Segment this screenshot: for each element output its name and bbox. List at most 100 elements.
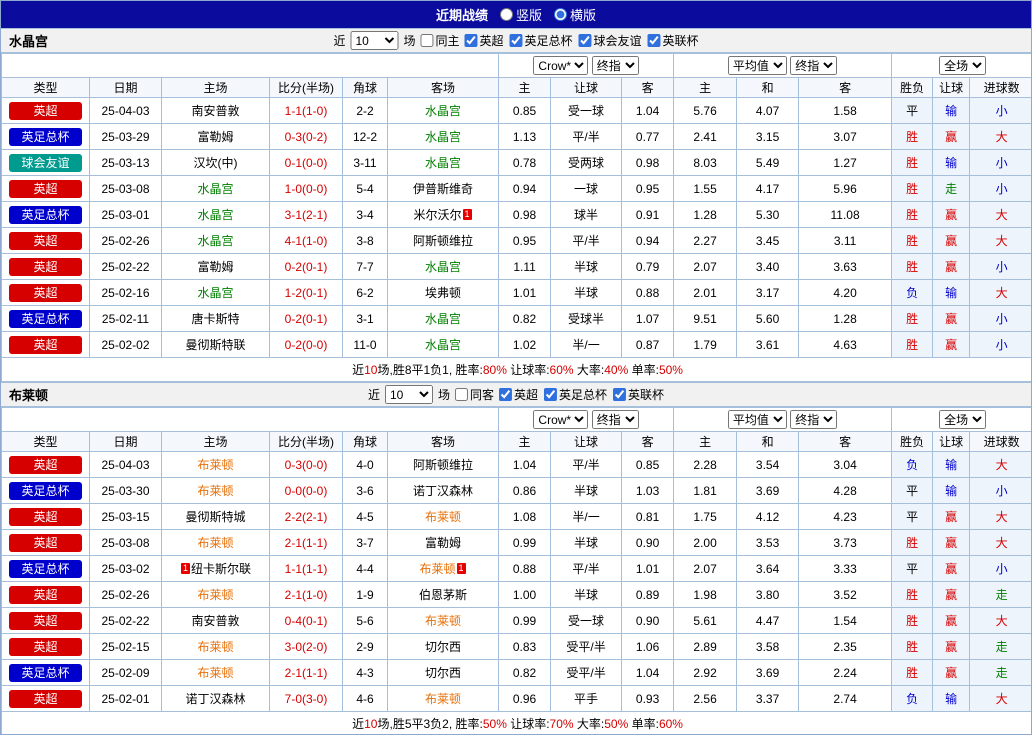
odds-stage-select[interactable]: 终指 (591, 410, 639, 429)
scope-select[interactable]: 全场 (939, 410, 987, 429)
goals-result-cell: 大 (969, 201, 1031, 228)
bookmaker-odds-value: 平/半 (550, 555, 623, 582)
home-team: 布莱顿 (161, 633, 270, 660)
horizontal-layout-radio[interactable] (554, 8, 567, 21)
team-label: 水晶宫 (197, 208, 234, 222)
league-checkbox[interactable] (464, 34, 478, 47)
team-label: 富勒姆 (197, 260, 234, 274)
avg-stage-select[interactable]: 终指 (790, 410, 838, 429)
league-badge: 英超 (9, 507, 82, 526)
corners: 7-7 (342, 253, 388, 280)
recent-count-select[interactable]: 10 (384, 385, 433, 404)
score: 1-0(0-0) (269, 175, 343, 202)
bookmaker-odds-value: 0.90 (621, 607, 675, 634)
team-label: 布莱顿 (425, 614, 462, 628)
average-odds-value: 4.12 (736, 503, 800, 530)
league-cell: 英超 (1, 529, 90, 556)
recent-count-select[interactable]: 10 (350, 31, 399, 50)
league-cell: 英超 (1, 685, 90, 712)
score: 1-1(1-0) (269, 97, 343, 124)
column-header: 进球数 (969, 431, 1031, 452)
league-badge: 英超 (9, 637, 82, 656)
match-row: 英足总杯 25-03-30 布莱顿 0-0(0-0) 3-6 诺丁汉森林 0.86 半球 1.0… (1, 477, 1031, 504)
average-odds-value: 3.40 (736, 253, 800, 280)
column-header: 主 (673, 431, 738, 452)
league-filter[interactable]: 英超 (464, 32, 504, 49)
bookmaker-odds-value: 受平/半 (550, 659, 623, 686)
bookmaker-odds-value: 1.00 (498, 581, 552, 608)
same-venue-checkbox[interactable] (454, 388, 468, 401)
bookmaker-odds-value: 1.01 (498, 279, 552, 306)
column-header: 和 (736, 431, 800, 452)
column-header: 日期 (89, 77, 162, 98)
away-team: 布莱顿 (386, 607, 500, 634)
league-filter[interactable]: 英超 (499, 386, 538, 403)
bookmaker-select[interactable]: Crow* (533, 56, 589, 75)
bookmaker-odds-value: 1.03 (621, 477, 675, 504)
league-filter[interactable]: 英足总杯 (544, 386, 607, 403)
average-odds-group: 平均值 终指 (673, 407, 893, 432)
recent-results-panel: 近期战绩 竖版 横版 水晶宫 近 10 场 同主 英超 英足总杯 球会友谊 英联… (0, 0, 1032, 735)
league-badge: 英足总杯 (9, 663, 82, 682)
league-filter-label: 英超 (514, 388, 539, 402)
same-venue-checkbox[interactable] (420, 34, 434, 47)
league-checkbox[interactable] (509, 34, 523, 47)
avg-stage-select[interactable]: 终指 (790, 56, 838, 75)
average-odds-value: 2.07 (673, 555, 738, 582)
summary-text: 60% (658, 717, 683, 731)
odds-stage-select[interactable]: 终指 (591, 56, 639, 75)
bookmaker-odds-value: 1.13 (498, 123, 552, 150)
average-select[interactable]: 平均值 (727, 410, 787, 429)
bookmaker-odds-value: 1.01 (621, 555, 675, 582)
topbar: 近期战绩 竖版 横版 (1, 1, 1031, 28)
league-filter[interactable]: 英联杯 (647, 32, 699, 49)
league-checkbox[interactable] (578, 34, 592, 47)
league-cell: 英足总杯 (1, 555, 90, 582)
league-filter[interactable]: 球会友谊 (578, 32, 642, 49)
team-label: 富勒姆 (197, 130, 234, 144)
team-label: 纽卡斯尔联 (191, 562, 252, 576)
league-filter[interactable]: 英联杯 (613, 386, 664, 403)
league-checkbox[interactable] (613, 388, 627, 401)
handicap-result-cell: 赢 (932, 331, 971, 358)
scope-select[interactable]: 全场 (939, 56, 987, 75)
league-filter[interactable]: 英足总杯 (509, 32, 573, 49)
average-odds-value: 11.08 (798, 201, 893, 228)
average-odds-value: 2.92 (673, 659, 738, 686)
handicap-result-cell: 赢 (932, 227, 971, 254)
home-team: 水晶宫 (161, 201, 270, 228)
vertical-layout-radio[interactable] (499, 8, 513, 21)
column-header: 和 (736, 77, 800, 98)
bookmaker-odds-value: 受平/半 (550, 633, 623, 660)
corners: 3-6 (342, 477, 388, 504)
average-select[interactable]: 平均值 (727, 56, 787, 75)
match-date: 25-03-29 (89, 123, 162, 150)
league-checkbox[interactable] (647, 34, 661, 47)
bookmaker-select[interactable]: Crow* (533, 410, 589, 429)
goals-result-cell: 走 (969, 633, 1031, 660)
home-team: 布莱顿 (161, 451, 270, 478)
goals-result-cell: 大 (969, 227, 1031, 254)
same-venue-filter[interactable]: 同主 (420, 32, 459, 49)
goals-result-cell: 大 (969, 685, 1031, 712)
score: 1-1(1-1) (269, 555, 343, 582)
layout-option-vertical[interactable]: 竖版 (499, 5, 542, 24)
matches-table: Crow* 终指 平均值 终指 全场 类型 日期 主场 比分(半场) 角球 客场主让球客主… (1, 53, 1031, 382)
result-cell: 胜 (891, 123, 934, 150)
league-checkbox[interactable] (499, 388, 512, 401)
team-label: 水晶宫 (425, 260, 462, 274)
match-date: 25-02-26 (89, 581, 162, 608)
average-odds-value: 1.54 (798, 607, 893, 634)
same-venue-filter[interactable]: 同客 (454, 386, 494, 403)
average-odds-value: 3.61 (736, 331, 800, 358)
league-cell: 英超 (1, 581, 90, 608)
layout-option-horizontal[interactable]: 横版 (554, 5, 596, 24)
team-label: 伯恩茅斯 (419, 588, 468, 602)
match-row: 英超 25-03-15 曼彻斯特城 2-2(2-1) 4-5 布莱顿 1.08 半/一 0.81… (1, 503, 1031, 530)
score: 4-1(1-0) (269, 227, 343, 254)
league-checkbox[interactable] (544, 388, 558, 401)
handicap-result-cell: 输 (932, 451, 971, 478)
league-cell: 英足总杯 (1, 305, 90, 332)
column-header: 主场 (161, 431, 270, 452)
match-row: 英超 25-02-22 南安普敦 0-4(0-1) 5-6 布莱顿 0.99 受一球 0.90 5… (1, 607, 1031, 634)
